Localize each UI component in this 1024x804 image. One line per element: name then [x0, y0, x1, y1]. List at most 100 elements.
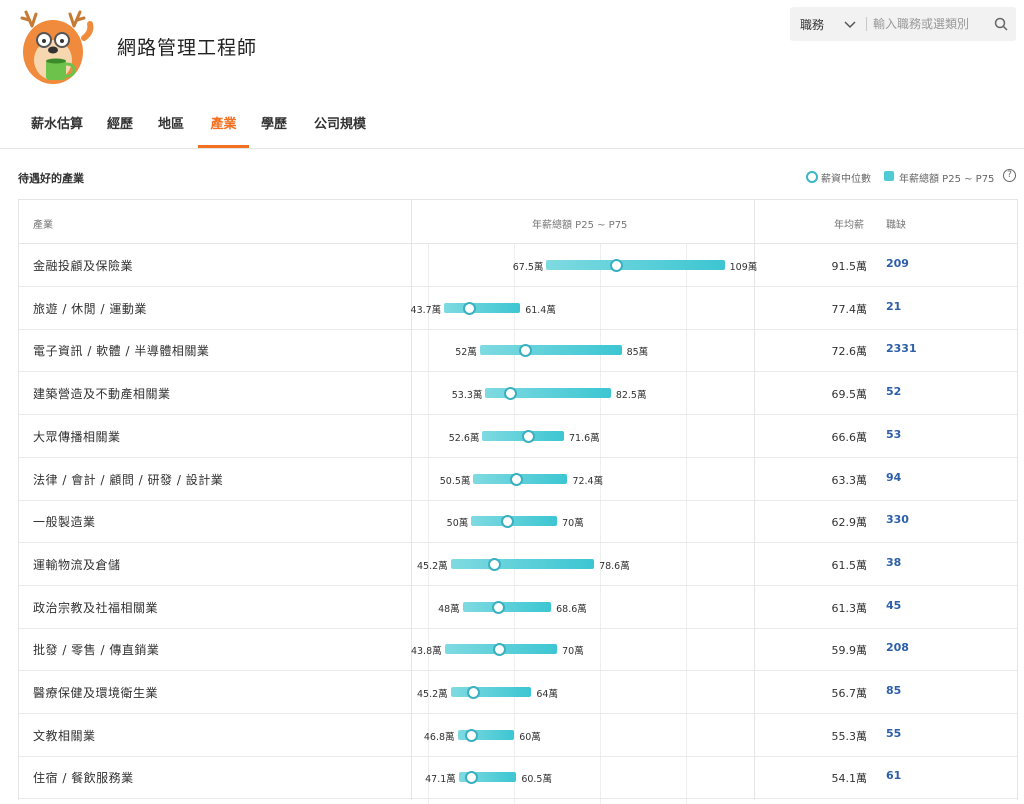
table-row: 住宿 / 餐飲服務業 47.1萬 60.5萬 54.1萬 61	[19, 756, 1017, 800]
openings-link[interactable]: 330	[886, 513, 909, 526]
industry-name: 一般製造業	[33, 515, 96, 530]
openings-link[interactable]: 38	[886, 556, 901, 569]
salary-range-bar	[462, 601, 552, 612]
industry-name: 住宿 / 餐飲服務業	[33, 771, 134, 786]
average-salary: 91.5萬	[831, 260, 868, 273]
p75-label: 70萬	[562, 646, 584, 658]
search-icon[interactable]	[994, 17, 1008, 31]
industry-name: 大眾傳播相關業	[33, 429, 121, 444]
p25-label: 45.2萬	[416, 689, 448, 700]
table-row: 一般製造業 50萬 70萬 62.9萬 330	[19, 500, 1017, 544]
p75-label: 72.4萬	[572, 475, 604, 487]
p25-label: 46.8萬	[423, 731, 455, 743]
table-row: 旅遊 / 休閒 / 運動業 43.7萬 61.4萬 77.4萬 21	[19, 287, 1017, 330]
openings-link[interactable]: 55	[886, 727, 901, 740]
industry-name: 法律 / 會計 / 顧問 / 研發 / 設計業	[33, 472, 224, 487]
openings-link[interactable]: 94	[886, 471, 901, 484]
p75-label: 85萬	[626, 347, 649, 359]
salary-table: 產業 年薪總額 P25 ~ P75 年均薪 職缺 金融投顧及保險業 67.5萬 10…	[18, 199, 1018, 804]
average-salary: 56.7萬	[831, 687, 868, 700]
table-row: 大眾傳播相關業 52.6萬 71.6萬 66.6萬 53	[19, 415, 1017, 458]
p75-label: 71.6萬	[569, 432, 600, 444]
openings-link[interactable]: 45	[886, 599, 901, 612]
average-salary: 61.5萬	[831, 558, 868, 572]
median-marker	[491, 600, 505, 614]
salary-range-bar	[546, 260, 725, 270]
industry-name: 批發 / 零售 / 傳直銷業	[33, 643, 160, 658]
p25-label: 50.5萬	[439, 475, 471, 487]
help-icon[interactable]: ?	[1003, 169, 1016, 182]
p75-label: 60萬	[519, 731, 541, 743]
search-divider	[866, 17, 867, 31]
table-row: 批發 / 零售 / 傳直銷業 43.8萬 70萬 59.9萬 208	[19, 628, 1017, 672]
table-row: 文教相關業 46.8萬 60萬 55.3萬 55	[19, 714, 1017, 757]
tab-region[interactable]: 地區	[149, 108, 193, 146]
table-row: 政治宗教及社福相關業 48萬 68.6萬 61.3萬 45	[19, 586, 1017, 629]
p75-label: 109萬	[729, 262, 758, 273]
tab-education[interactable]: 學歷	[252, 108, 296, 146]
tab-industry[interactable]: 產業	[198, 108, 249, 148]
range-swatch-icon	[884, 171, 894, 181]
table-row: 法律 / 會計 / 顧問 / 研發 / 設計業 50.5萬 72.4萬 63.3萬 94	[19, 458, 1017, 501]
average-salary: 61.3萬	[831, 601, 868, 615]
median-marker	[522, 429, 536, 443]
search-input[interactable]	[873, 14, 983, 34]
salary-range-bar	[450, 558, 595, 569]
openings-link[interactable]: 209	[886, 257, 909, 270]
average-salary: 63.3萬	[831, 473, 868, 487]
openings-link[interactable]: 52	[886, 385, 901, 398]
openings-link[interactable]: 208	[886, 641, 909, 654]
industry-name: 醫療保健及環境衛生業	[33, 686, 159, 700]
salary-range-bar	[471, 516, 558, 527]
openings-link[interactable]: 21	[886, 300, 901, 313]
industry-name: 文教相關業	[33, 728, 96, 743]
p75-label: 82.5萬	[615, 390, 647, 402]
p25-label: 43.7萬	[410, 304, 442, 316]
tab-experience[interactable]: 經歷	[98, 108, 142, 146]
p25-label: 45.2萬	[416, 560, 448, 572]
header-industry: 產業	[33, 220, 53, 231]
average-salary: 62.9萬	[831, 516, 868, 530]
median-marker	[487, 557, 501, 571]
median-marker	[510, 472, 524, 486]
p75-label: 60.5萬	[521, 774, 552, 786]
industry-name: 旅遊 / 休閒 / 運動業	[33, 301, 147, 316]
median-marker	[467, 686, 481, 699]
search-category-select[interactable]: 職務	[800, 16, 824, 33]
average-salary: 66.6萬	[831, 430, 868, 444]
salary-range-bar	[479, 345, 622, 356]
median-marker	[500, 515, 514, 529]
openings-link[interactable]: 2331	[886, 342, 917, 355]
median-marker	[503, 387, 517, 401]
average-salary: 55.3萬	[831, 729, 868, 743]
openings-link[interactable]: 85	[886, 684, 901, 697]
p75-label: 78.6萬	[599, 560, 630, 572]
p25-label: 52.6萬	[448, 432, 480, 444]
table-row: 金融投顧及保險業 67.5萬 109萬 91.5萬 209	[19, 244, 1017, 287]
average-salary: 77.4萬	[831, 302, 868, 316]
openings-link[interactable]: 61	[886, 769, 901, 782]
average-salary: 59.9萬	[831, 644, 868, 658]
legend-range-label: 年薪總額 P25 ~ P75	[899, 174, 995, 185]
header-range: 年薪總額 P25 ~ P75	[532, 220, 628, 231]
p25-label: 67.5萬	[512, 262, 544, 273]
table-row: 建築營造及不動產相關業 53.3萬 82.5萬 69.5萬 52	[19, 372, 1017, 416]
p25-label: 43.8萬	[410, 646, 442, 658]
p75-label: 70萬	[562, 518, 584, 530]
chevron-down-icon[interactable]	[844, 18, 856, 30]
legend-median-label: 薪資中位數	[821, 174, 871, 185]
page-header: 網路管理工程師 職務 薪水估算 經歷 地區 產業 學歷 公司規模	[0, 0, 1024, 150]
tab-company-size[interactable]: 公司規模	[304, 108, 376, 146]
median-marker-icon	[806, 171, 818, 183]
p75-label: 64萬	[536, 689, 558, 700]
search-box: 職務	[790, 7, 1016, 41]
tab-salary-estimate[interactable]: 薪水估算	[18, 108, 96, 146]
p25-label: 50萬	[446, 518, 469, 530]
section-title: 待遇好的產業	[18, 172, 84, 185]
industry-name: 政治宗教及社福相關業	[33, 600, 159, 615]
table-row: 醫療保健及環境衛生業 45.2萬 64萬 56.7萬 85	[19, 671, 1017, 714]
header-openings: 職缺	[886, 220, 906, 231]
header-avg: 年均薪	[834, 220, 864, 231]
tab-divider	[0, 148, 1024, 149]
openings-link[interactable]: 53	[886, 428, 901, 441]
